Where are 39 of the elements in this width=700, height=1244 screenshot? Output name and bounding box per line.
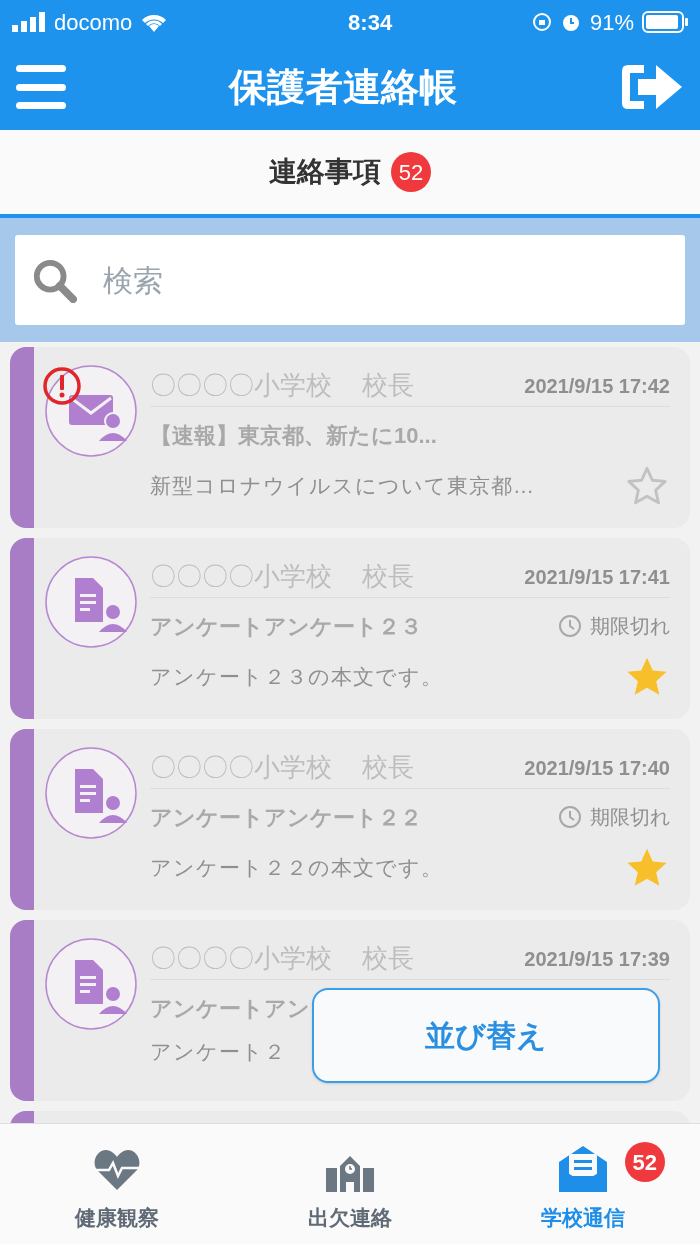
signal-icon [12, 12, 46, 32]
app-title: 保護者連絡帳 [227, 64, 458, 110]
message-preview: アンケート２ [150, 1039, 286, 1065]
search-icon [31, 257, 77, 303]
message-date: 2021/9/15 17:40 [524, 755, 670, 781]
document-person-icon [45, 556, 137, 648]
wifi-icon [140, 12, 169, 32]
message-preview: アンケート２２の本文です。 [150, 855, 443, 882]
deadline-status: 期限切れ [590, 805, 670, 830]
menu-button[interactable] [16, 65, 66, 109]
deadline-status: 期限切れ [590, 614, 670, 639]
message-date: 2021/9/15 17:42 [524, 373, 670, 399]
message-date: 2021/9/15 17:39 [524, 946, 670, 972]
rotation-lock-icon [531, 12, 552, 32]
count-badge: 52 [391, 152, 431, 192]
message-preview: 新型コロナウイルスについて東京都… [150, 473, 535, 500]
message-title: 【速報】東京都、新たに10... [150, 421, 437, 450]
carrier-name: docomo [54, 8, 133, 37]
clock-icon [558, 614, 582, 638]
count-badge: 52 [624, 1142, 665, 1182]
envelope-person-icon [45, 365, 137, 457]
clock-icon [558, 805, 582, 829]
section-tab[interactable]: 連絡事項 [269, 151, 381, 193]
document-person-icon [45, 938, 137, 1030]
clock-time: 8:34 [347, 8, 393, 37]
sort-button[interactable]: 並び替え [312, 988, 660, 1083]
battery-percent: 91% [589, 8, 634, 37]
tab-bar-item[interactable]: 学校通信 52 [466, 1124, 700, 1244]
document-person-icon [45, 747, 137, 839]
message-title: アンケートアンケート２２ [150, 803, 422, 832]
tab-bar-item[interactable]: 出欠連絡 [233, 1124, 467, 1244]
heart-pulse-icon [92, 1148, 141, 1192]
message-date: 2021/9/15 17:41 [524, 564, 670, 590]
search-field[interactable]: 検索 [15, 235, 685, 325]
message-preview: アンケート２３の本文です。 [150, 664, 443, 691]
message-title: アンケートアン [150, 994, 310, 1023]
message-title: アンケートアンケート２３ [150, 612, 422, 641]
tab-bar-item[interactable]: 健康観察 [0, 1124, 234, 1244]
battery-icon [642, 11, 688, 33]
